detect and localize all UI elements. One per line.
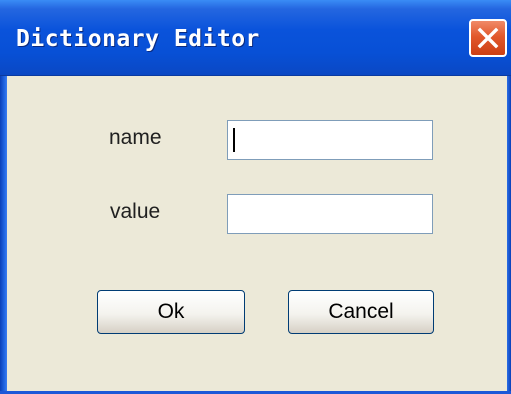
window-frame-left [0, 76, 7, 394]
name-input[interactable] [227, 120, 433, 160]
value-input[interactable] [227, 194, 433, 234]
window-title: Dictionary Editor [16, 26, 260, 52]
name-label: name [109, 126, 162, 149]
window-frame-right [507, 76, 511, 394]
text-caret [233, 128, 235, 152]
dictionary-editor-dialog: Dictionary Editor name value Ok Cancel [0, 0, 511, 394]
value-label: value [110, 200, 161, 223]
cancel-button[interactable]: Cancel [288, 290, 434, 334]
title-bar[interactable]: Dictionary Editor [0, 0, 511, 76]
ok-button[interactable]: Ok [97, 290, 245, 334]
close-button[interactable] [469, 19, 507, 57]
